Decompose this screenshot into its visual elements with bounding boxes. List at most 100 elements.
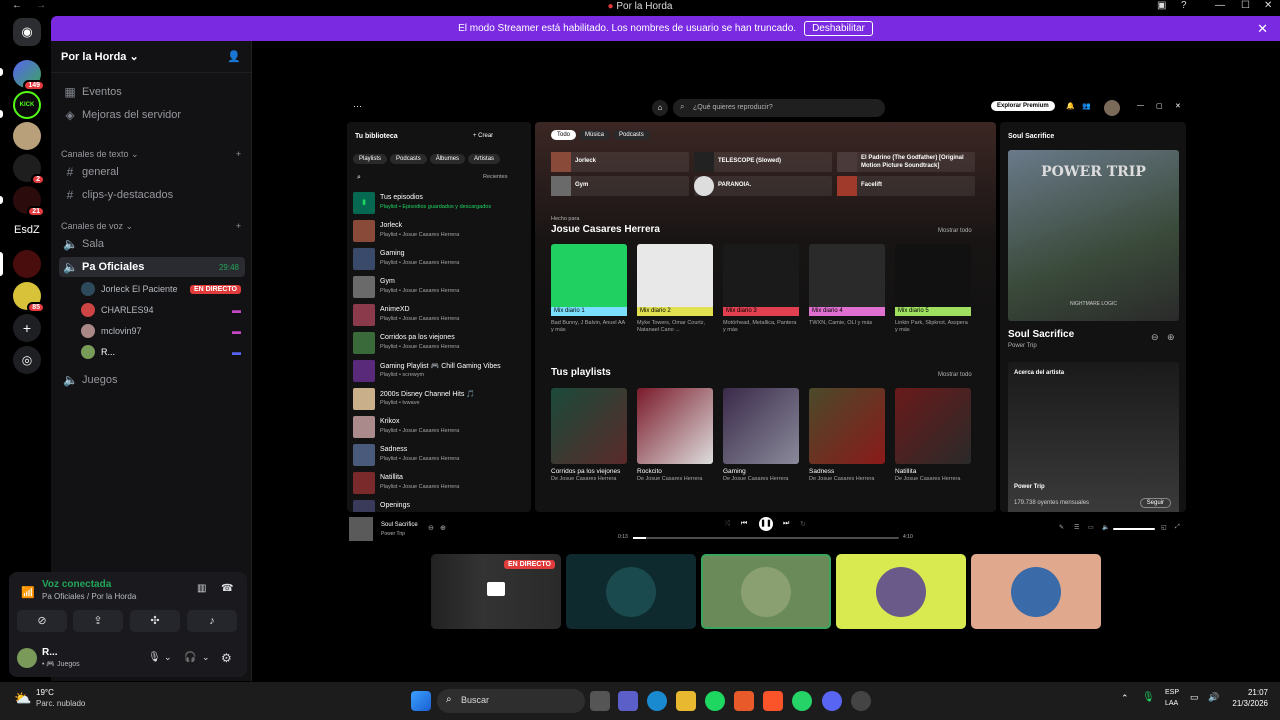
inbox-icon[interactable]: ▣ bbox=[1157, 0, 1166, 11]
filter-playlists[interactable]: Playlists bbox=[353, 154, 388, 164]
server-icon-4[interactable]: 2 bbox=[13, 154, 45, 185]
headphones-icon[interactable]: 🎧 bbox=[184, 652, 196, 663]
taskbar-search[interactable]: Buscar bbox=[437, 689, 585, 713]
mix-card[interactable]: Mix diario 1 Bad Bunny, J Balvin, Anuel A… bbox=[551, 244, 627, 334]
list-item[interactable]: 2000s Disney Channel Hits 🎵 Playlist • tv… bbox=[353, 388, 529, 410]
list-item[interactable]: Gym Playlist • Josue Casares Herrera bbox=[353, 276, 529, 298]
minimize-icon[interactable]: — bbox=[1215, 0, 1225, 11]
server-icon-5[interactable]: 21 bbox=[13, 186, 45, 217]
voice-channel-pa-oficiales[interactable]: 🔈 Pa Oficiales 29:48 bbox=[59, 257, 245, 277]
file-explorer-icon[interactable] bbox=[676, 691, 696, 711]
explore-premium-button[interactable]: Explorar Premium bbox=[991, 101, 1055, 111]
boosts-item[interactable]: ◈ Mejoras del servidor bbox=[59, 105, 245, 125]
teams-icon[interactable] bbox=[618, 691, 638, 711]
quick-item[interactable]: Facelift bbox=[837, 176, 975, 196]
whatsapp-icon[interactable] bbox=[792, 691, 812, 711]
server-icon-1[interactable]: 149 bbox=[13, 60, 45, 91]
server-header[interactable]: Por la Horda ⌄ 👤 bbox=[51, 41, 251, 73]
close-window-icon[interactable]: ✕ bbox=[1264, 0, 1272, 11]
spotify-icon[interactable] bbox=[705, 691, 725, 711]
server-icon-3[interactable] bbox=[13, 122, 41, 150]
close-icon[interactable]: ✕ bbox=[1175, 102, 1181, 110]
sort-recent[interactable]: Recientes bbox=[483, 174, 507, 180]
spotify-window[interactable]: ··· ⌂ ¿Qué quieres reproducir? ⌕ Explora… bbox=[347, 95, 1186, 545]
voice-location[interactable]: Pa Oficiales / Por la Horda bbox=[42, 592, 136, 601]
server-folder-label[interactable]: EsdZ bbox=[14, 224, 40, 236]
disable-streamer-button[interactable]: Deshabilitar bbox=[804, 21, 873, 36]
player-cover[interactable] bbox=[349, 517, 373, 541]
close-banner-icon[interactable]: ✕ bbox=[1257, 21, 1268, 37]
maximize-icon[interactable]: ☐ bbox=[1241, 0, 1250, 11]
language[interactable]: ESP bbox=[1165, 689, 1179, 696]
list-item[interactable]: Gaming Playlist 🎮 Chill Gaming Vibes Play… bbox=[353, 360, 529, 382]
shuffle-icon[interactable]: ⤨ bbox=[724, 520, 730, 528]
voice-user[interactable]: R... ▬ bbox=[81, 343, 241, 361]
chevron-down-icon[interactable]: ⌄ bbox=[164, 652, 172, 663]
quick-item[interactable]: PARANOIA. bbox=[694, 176, 832, 196]
app-icon[interactable] bbox=[734, 691, 754, 711]
playlist-card[interactable]: Sadness De Josue Casares Herrera bbox=[809, 388, 885, 483]
voice-user[interactable]: Jorleck El Paciente EN DIRECTO bbox=[81, 280, 241, 298]
mix-card[interactable]: Mix diario 2 Myke Towers, Omar Courtz, Na… bbox=[637, 244, 713, 334]
show-all-link[interactable]: Mostrar todo bbox=[938, 228, 972, 234]
stream-tile[interactable]: EN DIRECTO bbox=[431, 554, 561, 629]
add-server-icon[interactable]: + bbox=[13, 314, 41, 342]
server-icon-7[interactable]: 85 bbox=[13, 282, 45, 313]
list-item[interactable]: Krikox Playlist • Josue Casares Herrera bbox=[353, 416, 529, 438]
chevron-down-icon[interactable]: ⌄ bbox=[202, 652, 210, 663]
quick-item[interactable]: El Padrino (The Godfather) [Original Mot… bbox=[837, 152, 975, 172]
start-icon[interactable] bbox=[411, 691, 431, 711]
microphone-icon[interactable]: 🎙 bbox=[148, 652, 161, 663]
list-item[interactable]: Corridos pa los viejones Playlist • Josue… bbox=[353, 332, 529, 354]
remove-icon[interactable]: ⊖ bbox=[428, 524, 434, 532]
bell-icon[interactable]: 🔔 bbox=[1066, 102, 1075, 110]
minimize-icon[interactable]: — bbox=[1137, 102, 1144, 109]
network-icon[interactable]: ▭ bbox=[1190, 692, 1199, 703]
player-track[interactable]: Soul Sacrifice bbox=[381, 522, 418, 528]
track-artist[interactable]: Power Trip bbox=[1008, 343, 1037, 349]
user-avatar[interactable] bbox=[17, 648, 37, 668]
volume-icon[interactable]: 🔈 bbox=[1102, 524, 1109, 531]
progress-bar[interactable] bbox=[633, 537, 899, 539]
filter-artists[interactable]: Artistas bbox=[468, 154, 501, 164]
region[interactable]: LAA bbox=[1165, 700, 1178, 707]
artist-card[interactable]: Acerca del artista Power Trip 179.738 oy… bbox=[1008, 362, 1179, 512]
steam-icon[interactable] bbox=[851, 691, 871, 711]
soundboard-button[interactable]: ♪ bbox=[187, 610, 237, 632]
discord-icon[interactable] bbox=[822, 691, 842, 711]
quick-item[interactable]: TELESCOPE (Slowed) bbox=[694, 152, 832, 172]
playlist-card[interactable]: Gaming De Josue Casares Herrera bbox=[723, 388, 799, 483]
events-item[interactable]: ▦ Eventos bbox=[59, 82, 245, 102]
quick-item[interactable]: Jorleck bbox=[551, 152, 689, 172]
mini-player-icon[interactable]: ◱ bbox=[1161, 524, 1167, 531]
weather-text[interactable]: Parc. nublado bbox=[36, 699, 85, 708]
remove-icon[interactable]: ⊖ bbox=[1151, 332, 1159, 343]
profile-avatar[interactable] bbox=[1104, 100, 1120, 116]
mix-card[interactable]: Mix diario 3 Motörhead, Metallica, Panter… bbox=[723, 244, 799, 334]
settings-gear-icon[interactable]: ⚙ bbox=[221, 651, 232, 665]
list-item[interactable]: Jorleck Playlist • Josue Casares Herrera bbox=[353, 220, 529, 242]
add-voice-channel-icon[interactable]: + bbox=[236, 221, 241, 232]
kick-server-icon[interactable]: KICK bbox=[13, 91, 41, 119]
fullscreen-icon[interactable]: ⤢ bbox=[1175, 524, 1180, 531]
voice-channel-sala[interactable]: 🔈 Sala bbox=[59, 234, 245, 254]
voice-channel-juegos[interactable]: 🔈 Juegos bbox=[59, 370, 245, 390]
edge-icon[interactable] bbox=[647, 691, 667, 711]
search-input[interactable]: ¿Qué quieres reproducir? bbox=[673, 99, 885, 117]
track-title[interactable]: Soul Sacrifice bbox=[1008, 329, 1074, 340]
home-icon[interactable]: ⌂ bbox=[652, 100, 668, 116]
chevron-up-icon[interactable]: ⌃ bbox=[1121, 693, 1129, 704]
player-artist[interactable]: Power Trip bbox=[381, 531, 405, 537]
voice-status[interactable]: Voz conectada bbox=[42, 579, 111, 590]
show-all-link[interactable]: Mostrar todo bbox=[938, 372, 972, 378]
voice-user[interactable]: CHARLES94 ▬ bbox=[81, 301, 241, 319]
playlist-card[interactable]: Corridos pa los viejones De Josue Casares… bbox=[551, 388, 627, 483]
filter-albums[interactable]: Álbumes bbox=[429, 154, 466, 164]
section-title[interactable]: Josue Casares Herrera bbox=[551, 224, 660, 235]
follow-button[interactable]: Seguir bbox=[1139, 498, 1171, 508]
clock-time[interactable]: 21:07 bbox=[1230, 688, 1268, 697]
tab-podcasts[interactable]: Podcasts bbox=[613, 130, 650, 140]
participant-tile-speaking[interactable] bbox=[701, 554, 831, 629]
queue-icon[interactable]: ☰ bbox=[1074, 524, 1079, 531]
create-button[interactable]: + Crear bbox=[473, 133, 493, 139]
